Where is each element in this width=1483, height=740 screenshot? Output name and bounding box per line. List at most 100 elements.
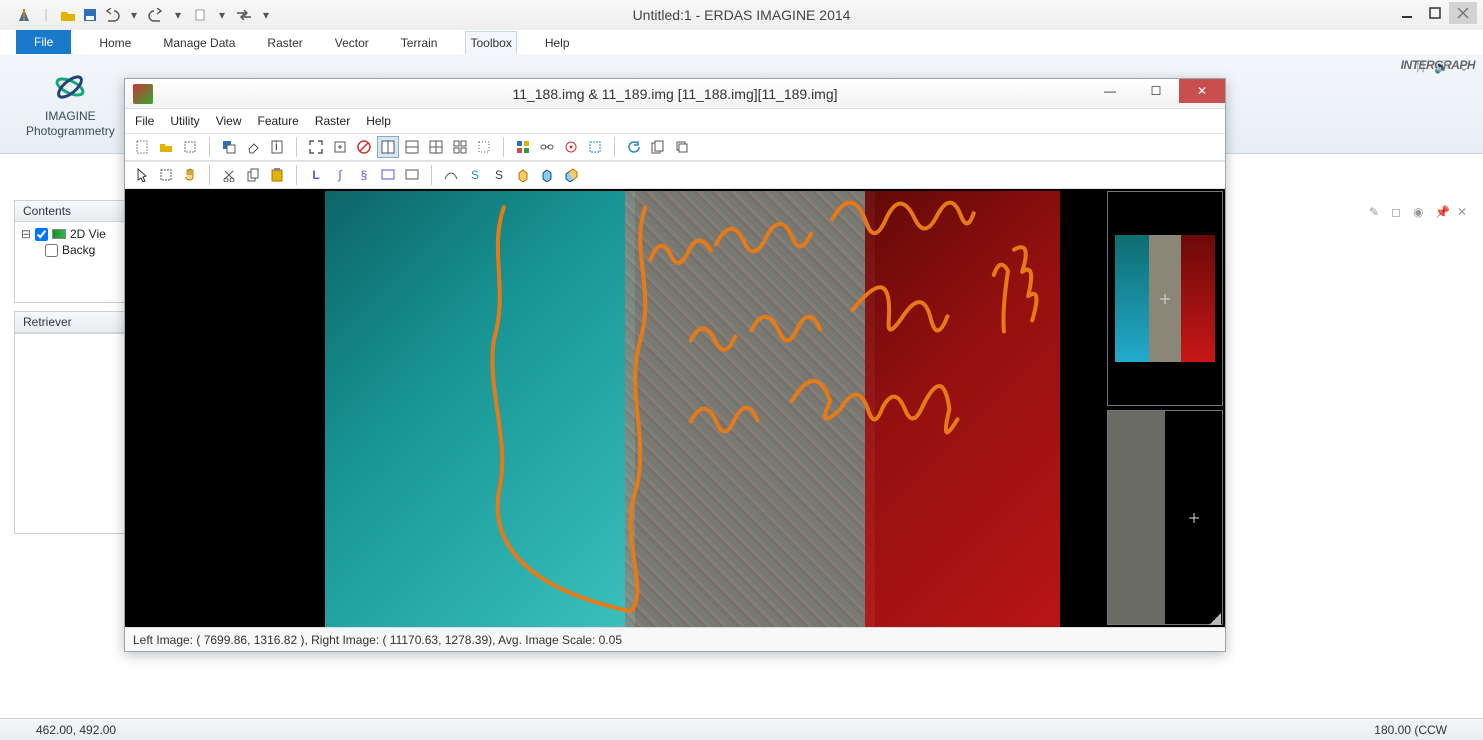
copy2-icon[interactable] — [242, 164, 264, 186]
crosshair-icon — [1160, 294, 1170, 304]
tab-toolbox[interactable]: Toolbox — [465, 31, 516, 54]
viewer-window-controls: — ☐ ✕ — [1087, 79, 1225, 103]
no-entry-icon[interactable] — [353, 136, 375, 158]
link-icon[interactable] — [536, 136, 558, 158]
maximize-button[interactable]: ☐ — [1133, 79, 1179, 103]
erase-icon[interactable] — [242, 136, 264, 158]
main-stereo-view[interactable] — [125, 189, 1105, 627]
tool-icon[interactable]: ◻ — [1391, 205, 1405, 219]
curve-icon[interactable] — [440, 164, 462, 186]
viewer-app-icon — [133, 84, 153, 104]
box-icon[interactable] — [401, 164, 423, 186]
antenna-icon[interactable]: ᛞ — [1417, 60, 1424, 74]
resize-grip-icon[interactable] — [1209, 613, 1221, 625]
viewer-status-text: Left Image: ( 7699.86, 1316.82 ), Right … — [133, 633, 622, 647]
marquee-icon[interactable] — [584, 136, 606, 158]
left-detail-thumb[interactable] — [1107, 410, 1223, 625]
split-v-icon[interactable] — [401, 136, 423, 158]
viewer-title: 11_188.img & 11_189.img [11_188.img][11_… — [125, 86, 1225, 102]
s-curve-icon[interactable]: ∫ — [329, 164, 351, 186]
cube-stack-icon[interactable] — [560, 164, 582, 186]
save-icon[interactable] — [80, 5, 100, 25]
left-image-region — [325, 191, 635, 627]
info-icon[interactable]: i — [266, 136, 288, 158]
swap-icon[interactable] — [234, 5, 254, 25]
refresh-icon[interactable] — [623, 136, 645, 158]
status-rotation: 180.00 (CCW — [1374, 723, 1447, 737]
undo-icon[interactable] — [102, 5, 122, 25]
tab-home[interactable]: Home — [95, 32, 135, 54]
new-icon[interactable] — [131, 136, 153, 158]
menu-view[interactable]: View — [216, 114, 242, 128]
rect-icon[interactable] — [377, 164, 399, 186]
cut-icon[interactable] — [218, 164, 240, 186]
hand-icon[interactable] — [179, 164, 201, 186]
s-blk-icon[interactable]: S — [488, 164, 510, 186]
tab-terrain[interactable]: Terrain — [397, 32, 442, 54]
stack-icon[interactable] — [671, 136, 693, 158]
viewer-menubar: File Utility View Feature Raster Help — [125, 109, 1225, 133]
minimize-button[interactable] — [1393, 2, 1421, 24]
ribbon-group-photogrammetry[interactable]: IMAGINE Photogrammetry — [18, 58, 123, 149]
redo-icon[interactable] — [146, 5, 166, 25]
speaker-icon[interactable]: 🔊 — [1434, 60, 1449, 74]
tool-icon[interactable]: ◉ — [1413, 205, 1427, 219]
help-dropdown-icon[interactable]: ⌄ — [1459, 60, 1469, 74]
open-icon[interactable] — [155, 136, 177, 158]
pushpin-icon[interactable]: 📌 — [1435, 205, 1449, 219]
viewer-toolbar-2: L ∫ § S S — [125, 161, 1225, 189]
menu-utility[interactable]: Utility — [170, 114, 199, 128]
ribbon-tabs: File Home Manage Data Raster Vector Terr… — [0, 30, 1483, 54]
window-controls — [1393, 2, 1477, 24]
minimize-button[interactable]: — — [1087, 79, 1133, 103]
copy-icon[interactable] — [647, 136, 669, 158]
expand-icon[interactable]: ⊟ — [21, 227, 31, 241]
close-button[interactable]: ✕ — [1179, 79, 1225, 103]
tab-file[interactable]: File — [16, 30, 71, 54]
target-icon[interactable] — [560, 136, 582, 158]
zoom-extents-icon[interactable] — [329, 136, 351, 158]
menu-raster[interactable]: Raster — [315, 114, 350, 128]
layer-checkbox[interactable] — [35, 228, 48, 241]
menu-help[interactable]: Help — [366, 114, 391, 128]
close-button[interactable] — [1449, 2, 1477, 24]
photogrammetry-icon — [52, 69, 88, 105]
app-statusbar: 462.00, 492.00 180.00 (CCW — [0, 718, 1483, 740]
tile-icon[interactable] — [449, 136, 471, 158]
cube-icon[interactable] — [512, 164, 534, 186]
tool-icon[interactable]: ✎ — [1369, 205, 1383, 219]
maximize-button[interactable] — [1421, 2, 1449, 24]
viewer-toolbar-1: i — [125, 133, 1225, 161]
close-icon[interactable]: ✕ — [1457, 205, 1471, 219]
qat-customize-icon[interactable]: ▾ — [256, 5, 276, 25]
s-blue-icon[interactable]: S — [464, 164, 486, 186]
split-h-icon[interactable] — [377, 136, 399, 158]
cursor-icon[interactable] — [131, 164, 153, 186]
layers-icon[interactable] — [218, 136, 240, 158]
tab-help[interactable]: Help — [541, 32, 574, 54]
menu-feature[interactable]: Feature — [257, 114, 298, 128]
grid-icon[interactable] — [473, 136, 495, 158]
angle-icon[interactable]: L — [305, 164, 327, 186]
cube2-icon[interactable] — [536, 164, 558, 186]
layer-checkbox[interactable] — [45, 244, 58, 257]
marquee-select-icon[interactable] — [155, 164, 177, 186]
select-icon[interactable] — [179, 136, 201, 158]
viewer-titlebar[interactable]: 11_188.img & 11_189.img [11_188.img][11_… — [125, 79, 1225, 109]
overview-thumb[interactable] — [1107, 191, 1223, 406]
caret-down-icon[interactable]: ▾ — [168, 5, 188, 25]
paste-icon[interactable] — [266, 164, 288, 186]
open-icon[interactable] — [58, 5, 78, 25]
tab-vector[interactable]: Vector — [331, 32, 373, 54]
status-coords: 462.00, 492.00 — [36, 723, 116, 737]
script-icon[interactable] — [190, 5, 210, 25]
caret-down-icon[interactable]: ▾ — [212, 5, 232, 25]
fit-icon[interactable] — [305, 136, 327, 158]
caret-down-icon[interactable]: ▾ — [124, 5, 144, 25]
palette-icon[interactable] — [512, 136, 534, 158]
menu-file[interactable]: File — [135, 114, 154, 128]
tab-raster[interactable]: Raster — [263, 32, 306, 54]
split-quad-icon[interactable] — [425, 136, 447, 158]
tab-manage-data[interactable]: Manage Data — [159, 32, 239, 54]
s-curve2-icon[interactable]: § — [353, 164, 375, 186]
